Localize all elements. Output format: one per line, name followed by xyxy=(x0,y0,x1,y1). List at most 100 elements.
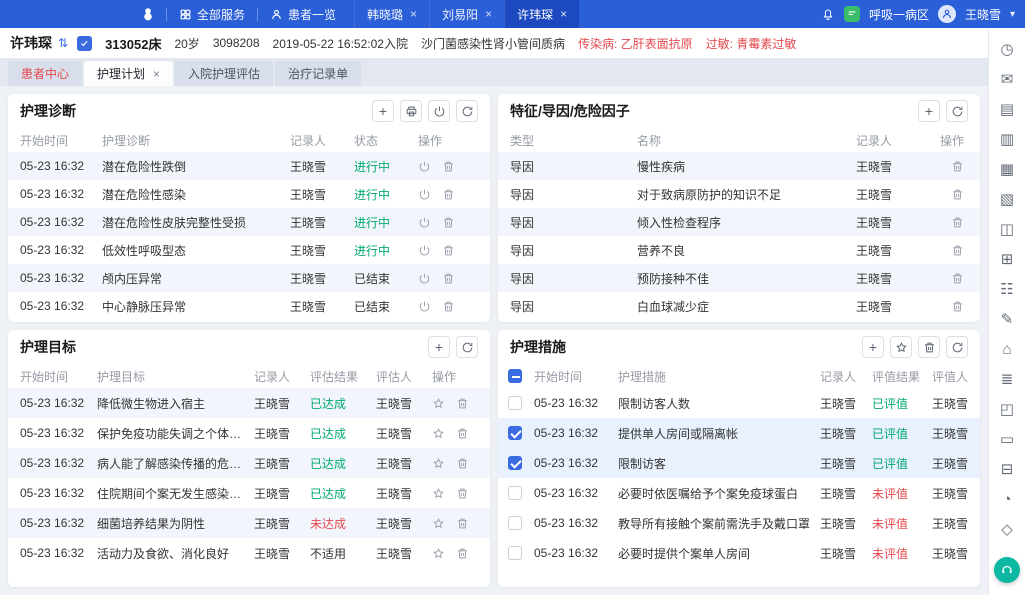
table-row[interactable]: 导因 对于致病原防护的知识不足 王晓雪 xyxy=(498,180,980,208)
print-button[interactable] xyxy=(400,100,422,122)
close-tab-icon[interactable]: × xyxy=(560,7,567,21)
star-icon[interactable] xyxy=(432,457,445,470)
printer-icon[interactable]: ⊞ xyxy=(996,248,1018,270)
delete-icon[interactable] xyxy=(456,487,469,500)
stop-button[interactable] xyxy=(428,100,450,122)
stop-icon[interactable] xyxy=(418,244,431,257)
table-row[interactable]: 05-23 16:32 限制访客 王晓雪 已评值 王晓雪 xyxy=(498,448,980,478)
document-icon[interactable]: ▥ xyxy=(996,128,1018,150)
stop-icon[interactable] xyxy=(418,188,431,201)
clock-icon[interactable]: ◷ xyxy=(996,38,1018,60)
menu-icon[interactable]: ≣ xyxy=(996,368,1018,390)
service-button[interactable] xyxy=(994,557,1020,583)
stop-icon[interactable] xyxy=(418,160,431,173)
table-row[interactable]: 05-23 16:32 限制访客人数 王晓雪 已评值 王晓雪 xyxy=(498,388,980,418)
table-row[interactable]: 05-23 16:32 住院期间个案无发生感染… 王晓雪 已达成 王晓雪 xyxy=(8,478,490,508)
star-icon[interactable] xyxy=(432,487,445,500)
delete-icon[interactable] xyxy=(951,244,964,257)
delete-button[interactable] xyxy=(918,336,940,358)
patient-overview-button[interactable]: 患者一览 xyxy=(258,0,348,28)
table-row[interactable]: 导因 营养不良 王晓雪 xyxy=(498,236,980,264)
refresh-button[interactable] xyxy=(946,100,968,122)
table-row[interactable]: 05-23 16:32 病人能了解感染传播的危… 王晓雪 已达成 王晓雪 xyxy=(8,448,490,478)
switch-patient-icon[interactable]: ⇅ xyxy=(58,36,68,50)
table-row[interactable]: 05-23 16:32 潜在危险性感染 王晓雪 进行中 xyxy=(8,180,490,208)
row-checkbox[interactable] xyxy=(508,456,522,470)
delete-icon[interactable] xyxy=(951,188,964,201)
patient-tab[interactable]: 刘易阳 × xyxy=(429,0,504,28)
add-button[interactable]: + xyxy=(918,100,940,122)
delete-icon[interactable] xyxy=(456,427,469,440)
monitor-icon[interactable]: ▭ xyxy=(996,428,1018,450)
delete-icon[interactable] xyxy=(456,517,469,530)
page-tab[interactable]: 患者中心 xyxy=(8,61,82,86)
add-button[interactable]: + xyxy=(862,336,884,358)
table-row[interactable]: 05-23 16:32 潜在危险性皮肤完整性受损 王晓雪 进行中 xyxy=(8,208,490,236)
list-icon[interactable]: ▤ xyxy=(996,98,1018,120)
row-checkbox[interactable] xyxy=(508,516,522,530)
star-icon[interactable] xyxy=(432,427,445,440)
row-checkbox[interactable] xyxy=(508,546,522,560)
delete-icon[interactable] xyxy=(951,272,964,285)
page-tab[interactable]: 护理计划 × xyxy=(84,61,173,86)
page-tab[interactable]: 入院护理评估 xyxy=(175,61,273,86)
close-tab-icon[interactable]: × xyxy=(410,7,417,21)
delete-icon[interactable] xyxy=(442,160,455,173)
delete-icon[interactable] xyxy=(442,188,455,201)
avatar[interactable] xyxy=(938,5,956,23)
mail-icon[interactable]: ✉ xyxy=(996,68,1018,90)
patient-tab[interactable]: 许玮琛 × xyxy=(504,0,579,28)
box-icon[interactable]: ◰ xyxy=(996,398,1018,420)
table-row[interactable]: 05-23 16:32 提供单人房间或隔离帐 王晓雪 已评值 王晓雪 xyxy=(498,418,980,448)
shield-icon[interactable]: ◇ xyxy=(996,518,1018,540)
delete-icon[interactable] xyxy=(442,216,455,229)
copy-icon[interactable]: ◫ xyxy=(996,218,1018,240)
table-row[interactable]: 导因 慢性疾病 王晓雪 xyxy=(498,152,980,180)
delete-icon[interactable] xyxy=(456,397,469,410)
close-tab-icon[interactable]: × xyxy=(153,67,160,81)
form-icon[interactable]: ▧ xyxy=(996,188,1018,210)
table-row[interactable]: 导因 预防接种不佳 王晓雪 xyxy=(498,264,980,292)
pie-chart-icon[interactable]: ◔ xyxy=(996,488,1018,510)
delete-icon[interactable] xyxy=(951,216,964,229)
add-button[interactable]: + xyxy=(428,336,450,358)
star-icon[interactable] xyxy=(432,547,445,560)
table-row[interactable]: 05-23 16:32 必要时提供个案单人房间 王晓雪 未评值 王晓雪 xyxy=(498,538,980,568)
row-checkbox[interactable] xyxy=(508,486,522,500)
table-row[interactable]: 05-23 16:32 教导所有接触个案前需洗手及戴口罩 王晓雪 未评值 王晓雪 xyxy=(498,508,980,538)
patient-tab[interactable]: 韩晓璐 × xyxy=(354,0,429,28)
delete-icon[interactable] xyxy=(442,272,455,285)
stop-icon[interactable] xyxy=(418,272,431,285)
table-row[interactable]: 导因 白血球减少症 王晓雪 xyxy=(498,292,980,320)
star-icon[interactable] xyxy=(432,517,445,530)
close-tab-icon[interactable]: × xyxy=(485,7,492,21)
delete-icon[interactable] xyxy=(442,300,455,313)
table-row[interactable]: 导因 倾入性检查程序 王晓雪 xyxy=(498,208,980,236)
table-row[interactable]: 05-23 16:32 保护免疫功能失调之个体… 王晓雪 已达成 王晓雪 xyxy=(8,418,490,448)
page-tab[interactable]: 治疗记录单 xyxy=(275,61,361,86)
user-name[interactable]: 王晓雪 xyxy=(965,6,1001,23)
delete-icon[interactable] xyxy=(456,457,469,470)
delete-icon[interactable] xyxy=(456,547,469,560)
delete-icon[interactable] xyxy=(951,160,964,173)
stop-icon[interactable] xyxy=(418,216,431,229)
add-button[interactable]: + xyxy=(372,100,394,122)
delete-icon[interactable] xyxy=(442,244,455,257)
table-row[interactable]: 05-23 16:32 颅内压异常 王晓雪 已结束 xyxy=(8,264,490,292)
refresh-button[interactable] xyxy=(456,100,478,122)
refresh-button[interactable] xyxy=(456,336,478,358)
home-icon[interactable]: ⌂ xyxy=(996,338,1018,360)
edit-icon[interactable]: ✎ xyxy=(996,308,1018,330)
bell-icon[interactable] xyxy=(821,7,835,21)
delete-icon[interactable] xyxy=(951,300,964,313)
table-row[interactable]: 05-23 16:32 中心静脉压异常 王晓雪 已结束 xyxy=(8,292,490,320)
table-row[interactable]: 05-23 16:32 必要时依医嘱给予个案免疫球蛋白 王晓雪 未评值 王晓雪 xyxy=(498,478,980,508)
caret-down-icon[interactable]: ▾ xyxy=(1010,9,1015,20)
table-row[interactable]: 05-23 16:32 潜在危险性跌倒 王晓雪 进行中 xyxy=(8,152,490,180)
star-button[interactable] xyxy=(890,336,912,358)
message-icon[interactable] xyxy=(844,6,860,22)
all-services-button[interactable]: 全部服务 xyxy=(167,0,257,28)
calendar-icon[interactable]: ⊟ xyxy=(996,458,1018,480)
refresh-button[interactable] xyxy=(946,336,968,358)
table-row[interactable]: 05-23 16:32 细菌培养结果为阴性 王晓雪 未达成 王晓雪 xyxy=(8,508,490,538)
